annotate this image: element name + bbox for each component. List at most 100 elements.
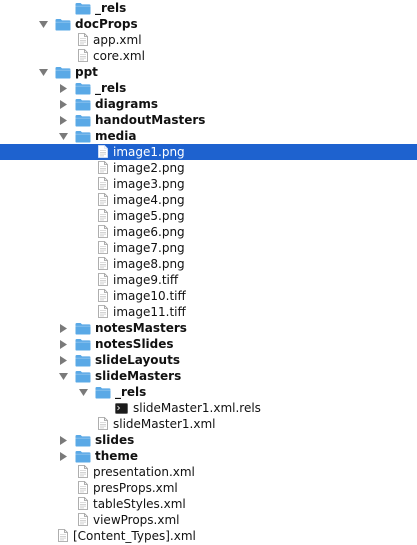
folder-row-media[interactable]: media: [0, 128, 417, 144]
folder-row-docprops[interactable]: docProps: [0, 16, 417, 32]
document-file-icon: [98, 305, 108, 318]
folder-icon: [55, 18, 71, 31]
file-label: image3.png: [113, 177, 185, 191]
disclosure-expanded-icon[interactable]: [58, 131, 68, 141]
folder-row-rels[interactable]: _rels: [0, 384, 417, 400]
file-row-presentation-xml[interactable]: presentation.xml: [0, 464, 417, 480]
disclosure-collapsed-icon[interactable]: [58, 451, 68, 461]
file-row-tablestyles-xml[interactable]: tableStyles.xml: [0, 496, 417, 512]
file-row-image8-png[interactable]: image8.png: [0, 256, 417, 272]
folder-icon: [75, 2, 91, 15]
file-row-image6-png[interactable]: image6.png: [0, 224, 417, 240]
document-file-icon: [98, 273, 108, 286]
folder-label: media: [95, 129, 137, 143]
folder-icon: [75, 354, 91, 367]
disclosure-expanded-icon[interactable]: [78, 387, 88, 397]
folder-label: ppt: [75, 65, 98, 79]
folder-row-rels[interactable]: _rels: [0, 0, 417, 16]
folder-row-slidemasters[interactable]: slideMasters: [0, 368, 417, 384]
folder-label: notesSlides: [95, 337, 174, 351]
file-row-image1-png[interactable]: image1.png: [0, 144, 417, 160]
folder-icon: [75, 114, 91, 127]
file-label: image9.tiff: [113, 273, 179, 287]
file-row-slidemaster1-xml[interactable]: slideMaster1.xml: [0, 416, 417, 432]
folder-label: slideMasters: [95, 369, 182, 383]
folder-row-handoutmasters[interactable]: handoutMasters: [0, 112, 417, 128]
folder-label: theme: [95, 449, 139, 463]
document-file-icon: [98, 209, 108, 222]
file-tree: _rels docProps app.xml core.xml ppt _rels diag…: [0, 0, 417, 545]
folder-label: docProps: [75, 17, 138, 31]
folder-row-theme[interactable]: theme: [0, 448, 417, 464]
folder-icon: [55, 66, 71, 79]
document-file-icon: [78, 49, 88, 62]
folder-icon: [75, 434, 91, 447]
disclosure-expanded-icon[interactable]: [38, 19, 48, 29]
disclosure-expanded-icon[interactable]: [38, 67, 48, 77]
disclosure-expanded-icon[interactable]: [58, 371, 68, 381]
file-row-core-xml[interactable]: core.xml: [0, 48, 417, 64]
file-label: viewProps.xml: [93, 513, 180, 527]
file-row-content-types-xml[interactable]: [Content_Types].xml: [0, 528, 417, 544]
folder-icon: [75, 130, 91, 143]
disclosure-collapsed-icon[interactable]: [58, 99, 68, 109]
document-file-icon: [58, 529, 68, 542]
folder-icon: [75, 338, 91, 351]
file-label: image4.png: [113, 193, 185, 207]
disclosure-collapsed-icon[interactable]: [58, 355, 68, 365]
document-file-icon: [98, 177, 108, 190]
disclosure-collapsed-icon[interactable]: [58, 83, 68, 93]
document-file-icon: [78, 33, 88, 46]
file-row-image9-tiff[interactable]: image9.tiff: [0, 272, 417, 288]
folder-icon: [75, 98, 91, 111]
document-file-icon: [98, 241, 108, 254]
disclosure-collapsed-icon[interactable]: [58, 115, 68, 125]
file-row-image4-png[interactable]: image4.png: [0, 192, 417, 208]
folder-row-ppt[interactable]: ppt: [0, 64, 417, 80]
folder-label: _rels: [95, 81, 127, 95]
file-row-app-xml[interactable]: app.xml: [0, 32, 417, 48]
disclosure-collapsed-icon[interactable]: [58, 339, 68, 349]
terminal-file-icon: [115, 403, 128, 414]
folder-icon: [75, 450, 91, 463]
file-row-presprops-xml[interactable]: presProps.xml: [0, 480, 417, 496]
folder-icon: [95, 386, 111, 399]
folder-icon: [75, 370, 91, 383]
document-file-icon: [98, 193, 108, 206]
file-row-viewprops-xml[interactable]: viewProps.xml: [0, 512, 417, 528]
folder-label: slideLayouts: [95, 353, 180, 367]
file-label: app.xml: [93, 33, 142, 47]
folder-icon: [75, 322, 91, 335]
folder-label: _rels: [95, 1, 127, 15]
disclosure-collapsed-icon[interactable]: [58, 323, 68, 333]
file-row-image3-png[interactable]: image3.png: [0, 176, 417, 192]
folder-row-notesslides[interactable]: notesSlides: [0, 336, 417, 352]
folder-row-rels[interactable]: _rels: [0, 80, 417, 96]
file-row-image2-png[interactable]: image2.png: [0, 160, 417, 176]
document-file-icon: [98, 289, 108, 302]
file-label: image6.png: [113, 225, 185, 239]
folder-row-slidelayouts[interactable]: slideLayouts: [0, 352, 417, 368]
file-label: image5.png: [113, 209, 185, 223]
file-row-image7-png[interactable]: image7.png: [0, 240, 417, 256]
folder-icon: [75, 82, 91, 95]
folder-label: slides: [95, 433, 135, 447]
file-label: image1.png: [113, 145, 185, 159]
file-label: presProps.xml: [93, 481, 178, 495]
file-label: image10.tiff: [113, 289, 186, 303]
file-label: image2.png: [113, 161, 185, 175]
file-row-slidemaster1-xml-rels[interactable]: slideMaster1.xml.rels: [0, 400, 417, 416]
file-label: image11.tiff: [113, 305, 186, 319]
folder-row-slides[interactable]: slides: [0, 432, 417, 448]
file-row-image5-png[interactable]: image5.png: [0, 208, 417, 224]
folder-row-notesmasters[interactable]: notesMasters: [0, 320, 417, 336]
disclosure-collapsed-icon[interactable]: [58, 435, 68, 445]
folder-row-diagrams[interactable]: diagrams: [0, 96, 417, 112]
document-file-icon: [98, 257, 108, 270]
file-label: tableStyles.xml: [93, 497, 186, 511]
document-file-icon: [78, 481, 88, 494]
document-file-icon: [78, 465, 88, 478]
file-row-image10-tiff[interactable]: image10.tiff: [0, 288, 417, 304]
document-file-icon: [98, 145, 108, 158]
file-row-image11-tiff[interactable]: image11.tiff: [0, 304, 417, 320]
